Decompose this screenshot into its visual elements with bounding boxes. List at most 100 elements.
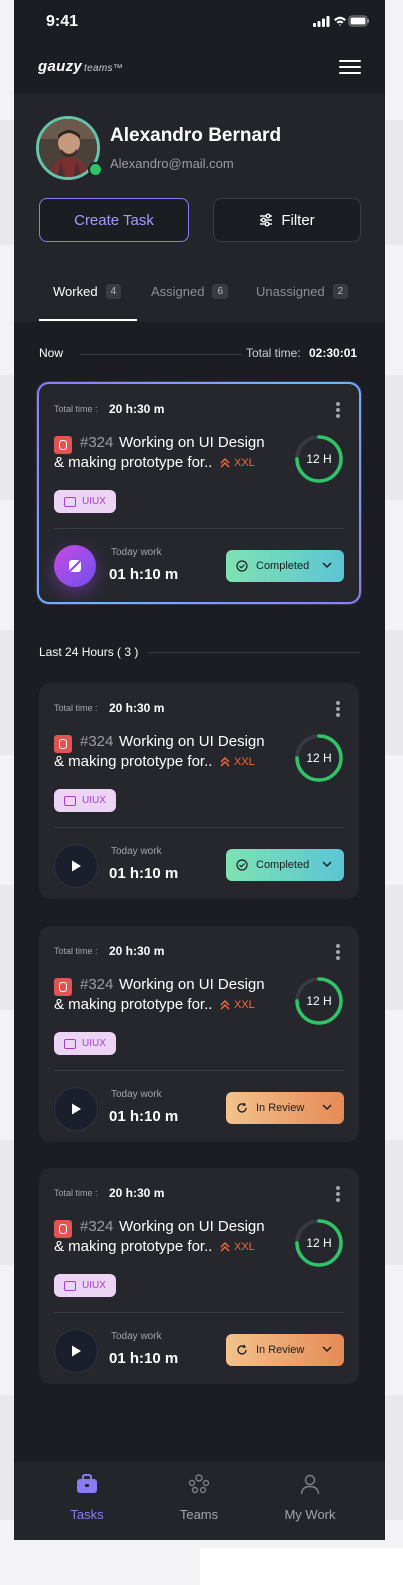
check-circle-icon	[236, 859, 248, 871]
task-number: #324	[80, 1218, 114, 1235]
task-title-line2: & making prototype for..	[54, 996, 213, 1013]
double-chevron-up-icon	[220, 1000, 230, 1010]
today-work-value: 01 h:10 m	[109, 1108, 179, 1125]
tab-label: Assigned	[151, 284, 205, 299]
filter-button[interactable]: Filter	[213, 198, 361, 242]
brand-logo: gauzy teams™	[38, 58, 123, 75]
bug-icon	[54, 978, 72, 996]
today-work-label: Today work	[111, 547, 162, 558]
priority-label: XXL	[234, 457, 255, 469]
in-review-icon	[237, 1344, 247, 1355]
tag-icon	[64, 496, 76, 507]
nav-tasks[interactable]: Tasks	[47, 1472, 127, 1522]
section-divider	[80, 354, 242, 355]
tag-label: UIUX	[82, 795, 106, 806]
profile-section: Alexandro Bernard Alexandro@mail.com Cre…	[14, 94, 385, 322]
nav-label: My Work	[284, 1507, 336, 1522]
status-icons	[313, 14, 369, 33]
play-timer-button[interactable]	[54, 1329, 98, 1373]
nav-teams[interactable]: Teams	[159, 1472, 239, 1522]
task-title-line2: & making prototype for..	[54, 753, 213, 770]
chevron-down-icon	[322, 1346, 332, 1353]
tag-label: UIUX	[82, 1280, 106, 1291]
more-options-icon[interactable]	[335, 701, 341, 717]
task-title-line2: & making prototype for..	[54, 454, 213, 471]
task-card-active[interactable]: Total time : 20 h:30 m #324 Working on U…	[37, 382, 361, 604]
status-dropdown[interactable]: Completed	[226, 849, 344, 881]
task-card[interactable]: Total time : 20 h:30 m #324 Working on U…	[39, 926, 359, 1142]
status-label: In Review	[256, 1102, 305, 1114]
tab-assigned[interactable]: Assigned 6	[151, 284, 229, 299]
task-number: #324	[80, 434, 114, 451]
total-time-value: 20 h:30 m	[109, 1186, 165, 1200]
task-tag[interactable]: UIUX	[54, 1032, 116, 1055]
user-email: Alexandro@mail.com	[110, 156, 234, 171]
brand-name: gauzy	[38, 58, 83, 75]
section-divider	[148, 652, 360, 653]
tag-icon	[64, 1038, 76, 1049]
teams-icon	[188, 1474, 210, 1494]
today-work-value: 01 h:10 m	[109, 865, 179, 882]
tab-count: 6	[212, 284, 229, 299]
online-status-dot	[88, 162, 103, 177]
nav-label: Tasks	[70, 1507, 104, 1522]
total-time-label: Total time :	[54, 946, 98, 956]
priority-badge: XXL	[220, 756, 255, 768]
status-label: In Review	[256, 1344, 305, 1356]
total-time-value: 20 h:30 m	[109, 402, 165, 416]
double-chevron-up-icon	[220, 757, 230, 767]
tag-icon	[64, 795, 76, 806]
task-tabs: Worked 4 Assigned 6 Unassigned 2	[14, 272, 385, 322]
nav-my-work[interactable]: My Work	[270, 1472, 350, 1522]
play-timer-button[interactable]	[54, 1087, 98, 1131]
priority-label: XXL	[234, 999, 255, 1011]
task-title-line1: Working on UI Design	[119, 976, 265, 993]
status-label: Completed	[256, 560, 310, 572]
status-label: Completed	[256, 859, 310, 871]
tab-worked[interactable]: Worked 4	[53, 284, 122, 299]
today-work-label: Today work	[111, 1331, 162, 1342]
tab-count: 2	[332, 284, 349, 299]
hamburger-menu-icon[interactable]	[339, 60, 361, 78]
more-options-icon[interactable]	[335, 944, 341, 960]
estimate-value: 12 H	[306, 994, 332, 1008]
task-tag[interactable]: UIUX	[54, 789, 116, 812]
task-card[interactable]: Total time : 20 h:30 m #324 Working on U…	[39, 1168, 359, 1384]
tab-unassigned[interactable]: Unassigned 2	[256, 284, 349, 299]
signal-wifi-battery-icon	[313, 15, 369, 27]
estimate-value: 12 H	[306, 452, 332, 466]
chevron-down-icon	[322, 1104, 332, 1111]
bottom-navigation: Tasks Teams My Work	[14, 1462, 385, 1540]
total-time-value: 20 h:30 m	[109, 701, 165, 715]
estimate-value: 12 H	[306, 751, 332, 765]
status-dropdown[interactable]: In Review	[226, 1334, 344, 1366]
task-number: #324	[80, 976, 114, 993]
today-work-label: Today work	[111, 846, 162, 857]
bug-icon	[54, 735, 72, 753]
check-circle-icon	[236, 560, 248, 572]
tab-label: Worked	[53, 284, 98, 299]
status-dropdown[interactable]: Completed	[226, 550, 344, 582]
status-dropdown[interactable]: In Review	[226, 1092, 344, 1124]
chevron-down-icon	[322, 562, 332, 569]
today-work-value: 01 h:10 m	[109, 566, 179, 583]
task-number: #324	[80, 733, 114, 750]
double-chevron-up-icon	[220, 458, 230, 468]
total-time-label: Total time :	[54, 703, 98, 713]
task-tag[interactable]: UIUX	[54, 490, 116, 513]
create-task-button[interactable]: Create Task	[39, 198, 189, 242]
pause-timer-button[interactable]	[54, 545, 96, 587]
tag-label: UIUX	[82, 496, 106, 507]
bug-icon	[54, 1220, 72, 1238]
more-options-icon[interactable]	[335, 402, 341, 418]
play-timer-button[interactable]	[54, 844, 98, 888]
total-time-value: 20 h:30 m	[109, 944, 165, 958]
task-title-line2: & making prototype for..	[54, 1238, 213, 1255]
today-work-value: 01 h:10 m	[109, 1350, 179, 1367]
card-divider	[54, 1312, 344, 1313]
card-divider	[54, 827, 344, 828]
more-options-icon[interactable]	[335, 1186, 341, 1202]
card-divider	[54, 1070, 344, 1071]
task-card[interactable]: Total time : 20 h:30 m #324 Working on U…	[39, 683, 359, 899]
task-tag[interactable]: UIUX	[54, 1274, 116, 1297]
